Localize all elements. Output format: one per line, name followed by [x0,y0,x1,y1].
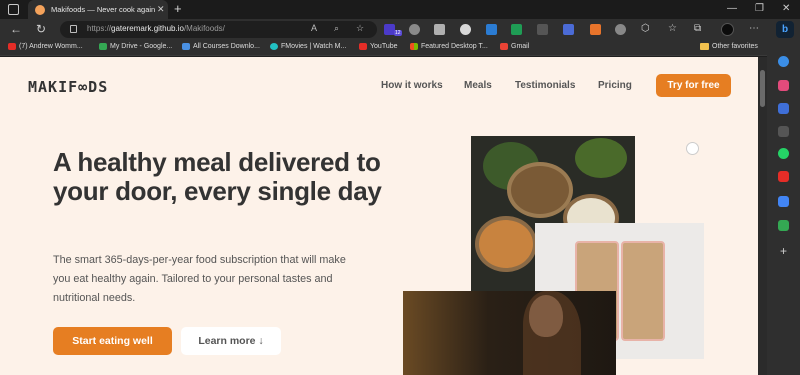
refresh-icon[interactable]: ↻ [36,22,46,36]
whatsapp-icon[interactable] [778,148,789,159]
bookmark-7[interactable]: Gmail [500,43,529,50]
games-icon[interactable] [778,126,789,137]
youtube-icon [8,43,16,50]
web-page: MAKIF∞DS How it works Meals Testimonials… [0,57,758,375]
tab-favicon-icon [35,4,45,15]
extension-icon-3[interactable] [434,24,445,35]
extension-badge: 12 [394,30,402,36]
favorite-star-icon[interactable]: ☆ [356,23,364,34]
bookmark-label: Gmail [511,43,530,50]
maximize-icon[interactable]: ❐ [755,3,764,14]
drive-icon[interactable] [778,220,789,231]
new-tab-icon[interactable]: + [174,1,182,16]
extension-icon-6[interactable] [511,24,522,35]
hair-shape [523,291,581,375]
bookmark-label: Featured Desktop T... [421,43,488,50]
url-text: https://gateremark.github.io/Makifoods/ [87,24,225,33]
bookmark-3[interactable]: All Courses Downlo... [182,43,260,50]
extension-icon-5[interactable] [486,24,497,35]
extension-icon-4[interactable] [460,24,471,35]
read-aloud-icon[interactable]: A [311,23,317,33]
plant-shape [575,138,627,178]
site-logo[interactable]: MAKIF∞DS [28,78,108,96]
visual-search-icon[interactable] [686,142,699,155]
woman-eating-image [403,291,616,375]
close-window-icon[interactable]: ✕ [782,3,790,14]
bowl-shape [507,162,573,218]
image-backdrop [403,291,616,375]
favorites-icon[interactable]: ☆ [668,23,677,34]
other-favorites[interactable]: Other favorites [700,43,758,50]
bookmark-1[interactable]: (7) Andrew Womm... [8,43,83,50]
url-host: gateremark.github.io [111,24,184,33]
address-bar[interactable]: https://gateremark.github.io/Makifoods/ … [60,21,377,38]
bookmarks-bar: (7) Andrew Womm... My Drive - Google... … [0,40,800,56]
more-menu-icon[interactable]: ⋯ [749,23,759,34]
minimize-icon[interactable]: — [727,3,737,14]
gmail-icon [500,43,508,50]
hero-description: The smart 365-days-per-year food subscri… [53,254,346,304]
url-prefix: https:// [87,24,112,33]
youtube-icon[interactable] [778,171,789,182]
try-for-free-button[interactable]: Try for free [656,74,731,97]
folder-icon [700,43,709,50]
lock-icon[interactable] [70,25,77,33]
nav-testimonials[interactable]: Testimonials [515,80,575,91]
bookmark-label: YouTube [370,43,398,50]
zoom-icon[interactable]: ⌕ [334,23,339,34]
browser-toolbar: ← ↻ https://gateremark.github.io/Makifoo… [0,19,800,40]
hero-title: A healthy meal delivered to your door, e… [53,147,382,206]
translate-icon[interactable] [778,196,789,207]
extension-icon-9[interactable] [590,24,601,35]
bookmark-label: (7) Andrew Womm... [19,43,83,50]
workspaces-icon[interactable] [8,4,19,15]
extension-icon-8[interactable] [563,24,574,35]
learn-more-button[interactable]: Learn more ↓ [181,327,281,355]
edge-sidebar: + [767,40,800,375]
bookmark-label: All Courses Downlo... [193,43,260,50]
other-favorites-label: Other favorites [712,43,758,50]
bing-chat-icon[interactable]: b [776,21,794,38]
nav-meals[interactable]: Meals [464,80,492,91]
search-icon[interactable] [778,56,789,67]
extensions-puzzle-icon[interactable]: ⬡ [641,23,650,34]
bookmark-4[interactable]: FMovies | Watch M... [270,43,346,50]
shopping-icon[interactable] [778,80,789,91]
tab-title: Makifoods — Never cook again! [51,5,155,14]
back-icon[interactable]: ← [10,22,22,36]
meal-box [621,241,665,341]
page-scrollbar[interactable] [758,57,767,375]
google-drive-icon [99,43,107,50]
add-icon[interactable]: + [778,245,789,257]
nav-pricing[interactable]: Pricing [598,80,632,91]
bookmark-label: FMovies | Watch M... [281,43,347,50]
start-eating-well-button[interactable]: Start eating well [53,327,172,355]
bookmark-2[interactable]: My Drive - Google... [99,43,172,50]
collections-icon[interactable]: ⧉ [694,23,701,34]
extension-icon-10[interactable] [615,24,626,35]
courses-icon [182,43,190,50]
fmovies-icon [270,43,278,50]
bookmark-6[interactable]: Featured Desktop T... [410,43,488,50]
scrollbar-thumb[interactable] [760,70,765,107]
bookmark-5[interactable]: YouTube [359,43,398,50]
extension-icon-2[interactable] [409,24,420,35]
tab-close-icon[interactable]: ✕ [157,4,165,15]
title-bar: Makifoods — Never cook again! ✕ + — ❐ ✕ [0,0,800,19]
bookmark-label: My Drive - Google... [110,43,173,50]
browser-tab[interactable]: Makifoods — Never cook again! ✕ [28,0,168,19]
nav-how-it-works[interactable]: How it works [381,80,443,91]
extension-icon-7[interactable] [537,24,548,35]
microsoft-icon [410,43,418,50]
url-path: /Makifoods/ [183,24,225,33]
tools-icon[interactable] [778,103,789,114]
youtube-icon [359,43,367,50]
bowl-shape [475,216,537,272]
profile-avatar[interactable] [721,23,734,36]
